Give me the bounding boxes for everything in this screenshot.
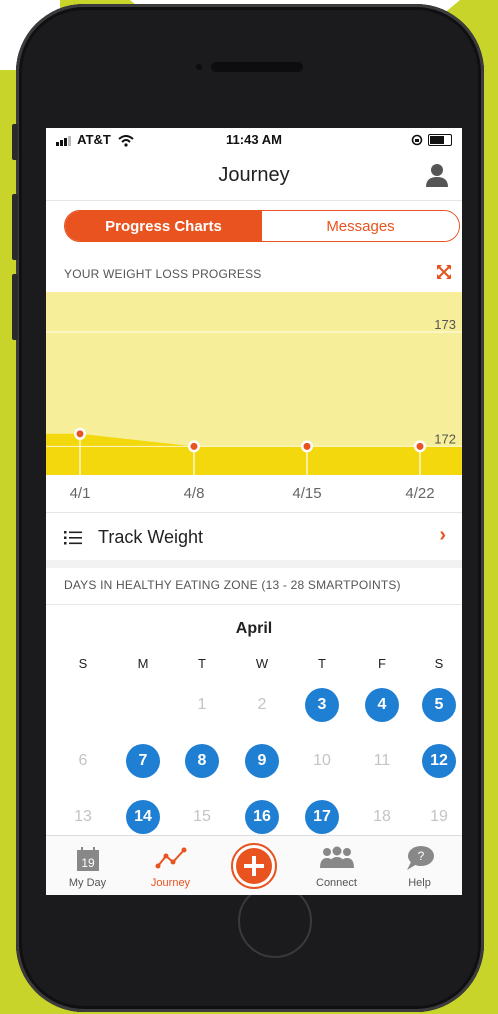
- battery-icon: [428, 133, 452, 146]
- weekday-label: S: [434, 656, 444, 671]
- calendar-day-healthy[interactable]: 12: [422, 744, 456, 778]
- calendar-day[interactable]: 11: [365, 744, 399, 778]
- calendar-day-healthy[interactable]: 8: [185, 744, 219, 778]
- tab-my-day[interactable]: 19 My Day: [46, 836, 129, 895]
- weekday-label: W: [255, 656, 269, 671]
- data-point: [76, 430, 84, 438]
- weekday-label: T: [198, 656, 206, 671]
- community-icon: [320, 846, 354, 868]
- app-screen: AT&T 11:43 AM Journey Progress Charts Me…: [46, 128, 462, 895]
- tab-label: Connect: [316, 877, 357, 889]
- front-camera: [196, 64, 202, 70]
- calendar-day-healthy[interactable]: 14: [126, 800, 160, 834]
- weekday-label: T: [318, 656, 326, 671]
- track-weight-label: Track Weight: [98, 527, 204, 547]
- x-tick-label: 4/1: [70, 485, 91, 502]
- calendar-day[interactable]: 6: [66, 744, 100, 778]
- help-mark: ?: [418, 849, 425, 863]
- weight-chart-svg: 173 172 4/1 4/8 4/15 4/22: [46, 292, 462, 502]
- mute-switch: [12, 124, 18, 160]
- volume-down-button: [12, 274, 18, 340]
- calendar-day[interactable]: 1: [185, 688, 219, 722]
- tab-label: Journey: [150, 877, 191, 889]
- calendar-month: April: [235, 620, 273, 637]
- weight-chart: 173 172 4/1 4/8 4/15 4/22: [46, 292, 462, 512]
- tab-progress-charts[interactable]: Progress Charts: [65, 211, 262, 241]
- weight-section-heading: YOUR WEIGHT LOSS PROGRESS: [64, 267, 262, 281]
- calendar-day-healthy[interactable]: 7: [126, 744, 160, 778]
- rotation-lock-icon: [412, 134, 423, 145]
- weekday-label: F: [378, 656, 386, 671]
- list-icon: [64, 531, 82, 545]
- divider-line: [46, 604, 462, 605]
- calendar-day-number: 19: [81, 856, 95, 870]
- tab-connect[interactable]: Connect: [295, 836, 378, 895]
- user-icon[interactable]: [426, 163, 448, 187]
- data-point: [416, 442, 424, 450]
- page-title: Journey: [218, 164, 290, 186]
- healthy-zone-heading: DAYS IN HEALTHY EATING ZONE (13 - 28 SMA…: [64, 578, 401, 592]
- y-tick-label: 173: [434, 317, 456, 332]
- calendar-day-healthy[interactable]: 3: [305, 688, 339, 722]
- calendar-day[interactable]: 2: [245, 688, 279, 722]
- section-divider: [46, 560, 462, 568]
- calendar-day-healthy[interactable]: 5: [422, 688, 456, 722]
- tab-label: Help: [408, 877, 431, 889]
- calendar-day[interactable]: 19: [422, 800, 456, 834]
- x-tick-label: 4/22: [405, 485, 434, 502]
- tab-label: My Day: [68, 877, 107, 889]
- calendar-day-healthy[interactable]: 9: [245, 744, 279, 778]
- home-button[interactable]: [238, 884, 312, 958]
- segmented-control: Progress Charts Messages: [64, 210, 460, 242]
- tab-messages[interactable]: Messages: [262, 211, 459, 241]
- journey-icon: [155, 847, 187, 869]
- tab-journey[interactable]: Journey: [129, 836, 212, 895]
- calendar-day[interactable]: 15: [185, 800, 219, 834]
- x-tick-label: 4/8: [184, 485, 205, 502]
- earpiece-speaker: [211, 62, 303, 72]
- status-bar: AT&T 11:43 AM: [46, 128, 462, 150]
- y-tick-label: 172: [434, 431, 456, 446]
- chevron-right-icon: ›: [439, 524, 446, 546]
- status-time: 11:43 AM: [226, 132, 282, 147]
- data-point: [190, 442, 198, 450]
- calendar-day[interactable]: 18: [365, 800, 399, 834]
- calendar-day-healthy[interactable]: 17: [305, 800, 339, 834]
- nav-bar: Journey: [46, 150, 462, 201]
- x-tick-label: 4/15: [292, 485, 321, 502]
- status-right: [410, 131, 452, 146]
- tab-add[interactable]: [212, 836, 295, 895]
- tab-bar: 19 My Day Journey Connect ? Help: [46, 835, 462, 895]
- calendar-day[interactable]: 10: [305, 744, 339, 778]
- weekday-label: S: [78, 656, 88, 671]
- calendar-day[interactable]: 13: [66, 800, 100, 834]
- weekday-label: M: [137, 656, 149, 671]
- track-weight-row[interactable]: Track Weight ›: [46, 512, 462, 561]
- tab-help[interactable]: ? Help: [378, 836, 461, 895]
- help-bubble-icon: ?: [407, 846, 434, 870]
- volume-up-button: [12, 194, 18, 260]
- calendar-day-icon: 19: [77, 847, 99, 871]
- data-point: [303, 442, 311, 450]
- calendar-day-healthy[interactable]: 4: [365, 688, 399, 722]
- expand-arrows-icon[interactable]: [436, 264, 452, 280]
- add-plus-icon: [231, 843, 277, 889]
- calendar-day-healthy[interactable]: 16: [245, 800, 279, 834]
